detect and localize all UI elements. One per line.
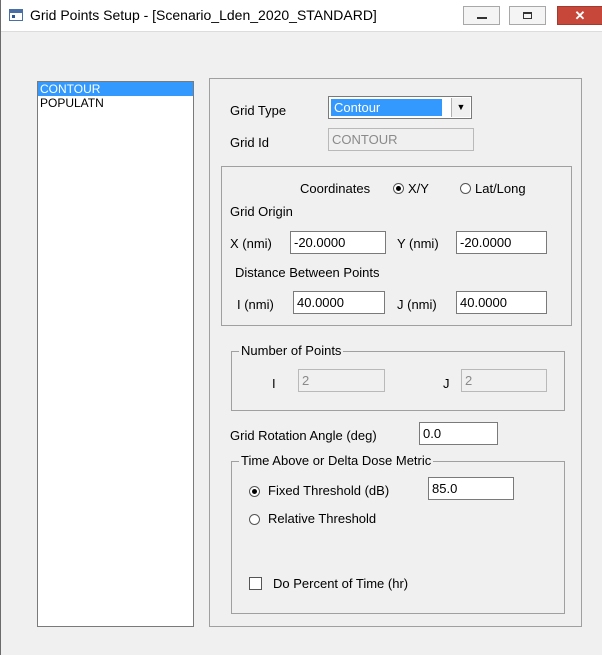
distance-between-points-label: Distance Between Points <box>235 265 380 280</box>
grid-type-label: Grid Type <box>230 103 287 118</box>
rotation-angle-field[interactable]: 0.0 <box>419 422 498 445</box>
num-points-i-field: 2 <box>298 369 385 392</box>
percent-of-time-label[interactable]: Do Percent of Time (hr) <box>273 576 408 591</box>
num-points-i-label: I <box>272 376 276 391</box>
chevron-down-icon[interactable]: ▼ <box>451 98 470 117</box>
num-points-j-field: 2 <box>461 369 547 392</box>
x-origin-field[interactable]: -20.0000 <box>290 231 386 254</box>
fixed-threshold-radio[interactable] <box>249 486 260 497</box>
percent-of-time-checkbox[interactable] <box>249 577 262 590</box>
coord-xy-label[interactable]: X/Y <box>408 181 429 196</box>
app-window-icon <box>9 9 23 21</box>
j-distance-field[interactable]: 40.0000 <box>456 291 547 314</box>
relative-threshold-label[interactable]: Relative Threshold <box>268 511 376 526</box>
coord-latlong-label[interactable]: Lat/Long <box>475 181 526 196</box>
coord-xy-radio[interactable] <box>393 183 404 194</box>
minimize-icon <box>477 17 487 19</box>
title-bar[interactable]: Grid Points Setup - [Scenario_Lden_2020_… <box>1 0 602 32</box>
y-nmi-label: Y (nmi) <box>397 236 439 251</box>
j-nmi-label: J (nmi) <box>397 297 437 312</box>
maximize-button[interactable] <box>509 6 546 25</box>
grid-list[interactable]: CONTOUR POPULATN <box>37 81 194 627</box>
number-of-points-legend: Number of Points <box>239 343 344 358</box>
window-title: Grid Points Setup - [Scenario_Lden_2020_… <box>30 7 377 23</box>
coordinates-label: Coordinates <box>300 181 371 196</box>
i-distance-field[interactable]: 40.0000 <box>293 291 385 314</box>
y-origin-field[interactable]: -20.0000 <box>456 231 547 254</box>
i-nmi-label: I (nmi) <box>237 297 274 312</box>
grid-type-value: Contour <box>331 99 442 116</box>
rotation-angle-label: Grid Rotation Angle (deg) <box>230 428 377 443</box>
fixed-threshold-field[interactable]: 85.0 <box>428 477 514 500</box>
x-nmi-label: X (nmi) <box>230 236 272 251</box>
list-item-populatn[interactable]: POPULATN <box>38 96 193 110</box>
list-item-contour[interactable]: CONTOUR <box>38 82 193 96</box>
maximize-icon <box>523 12 532 19</box>
grid-id-field: CONTOUR <box>328 128 474 151</box>
coord-latlong-radio[interactable] <box>460 183 471 194</box>
fixed-threshold-label[interactable]: Fixed Threshold (dB) <box>268 483 389 498</box>
relative-threshold-radio[interactable] <box>249 514 260 525</box>
grid-points-setup-window: Grid Points Setup - [Scenario_Lden_2020_… <box>0 0 602 655</box>
time-above-legend: Time Above or Delta Dose Metric <box>239 453 434 468</box>
grid-id-label: Grid Id <box>230 135 270 150</box>
grid-type-select[interactable]: Contour ▼ <box>328 96 472 119</box>
close-icon: ✕ <box>574 8 586 23</box>
grid-origin-label: Grid Origin <box>230 204 293 219</box>
num-points-j-label: J <box>443 376 450 391</box>
minimize-button[interactable] <box>463 6 500 25</box>
close-button[interactable]: ✕ <box>557 6 602 25</box>
